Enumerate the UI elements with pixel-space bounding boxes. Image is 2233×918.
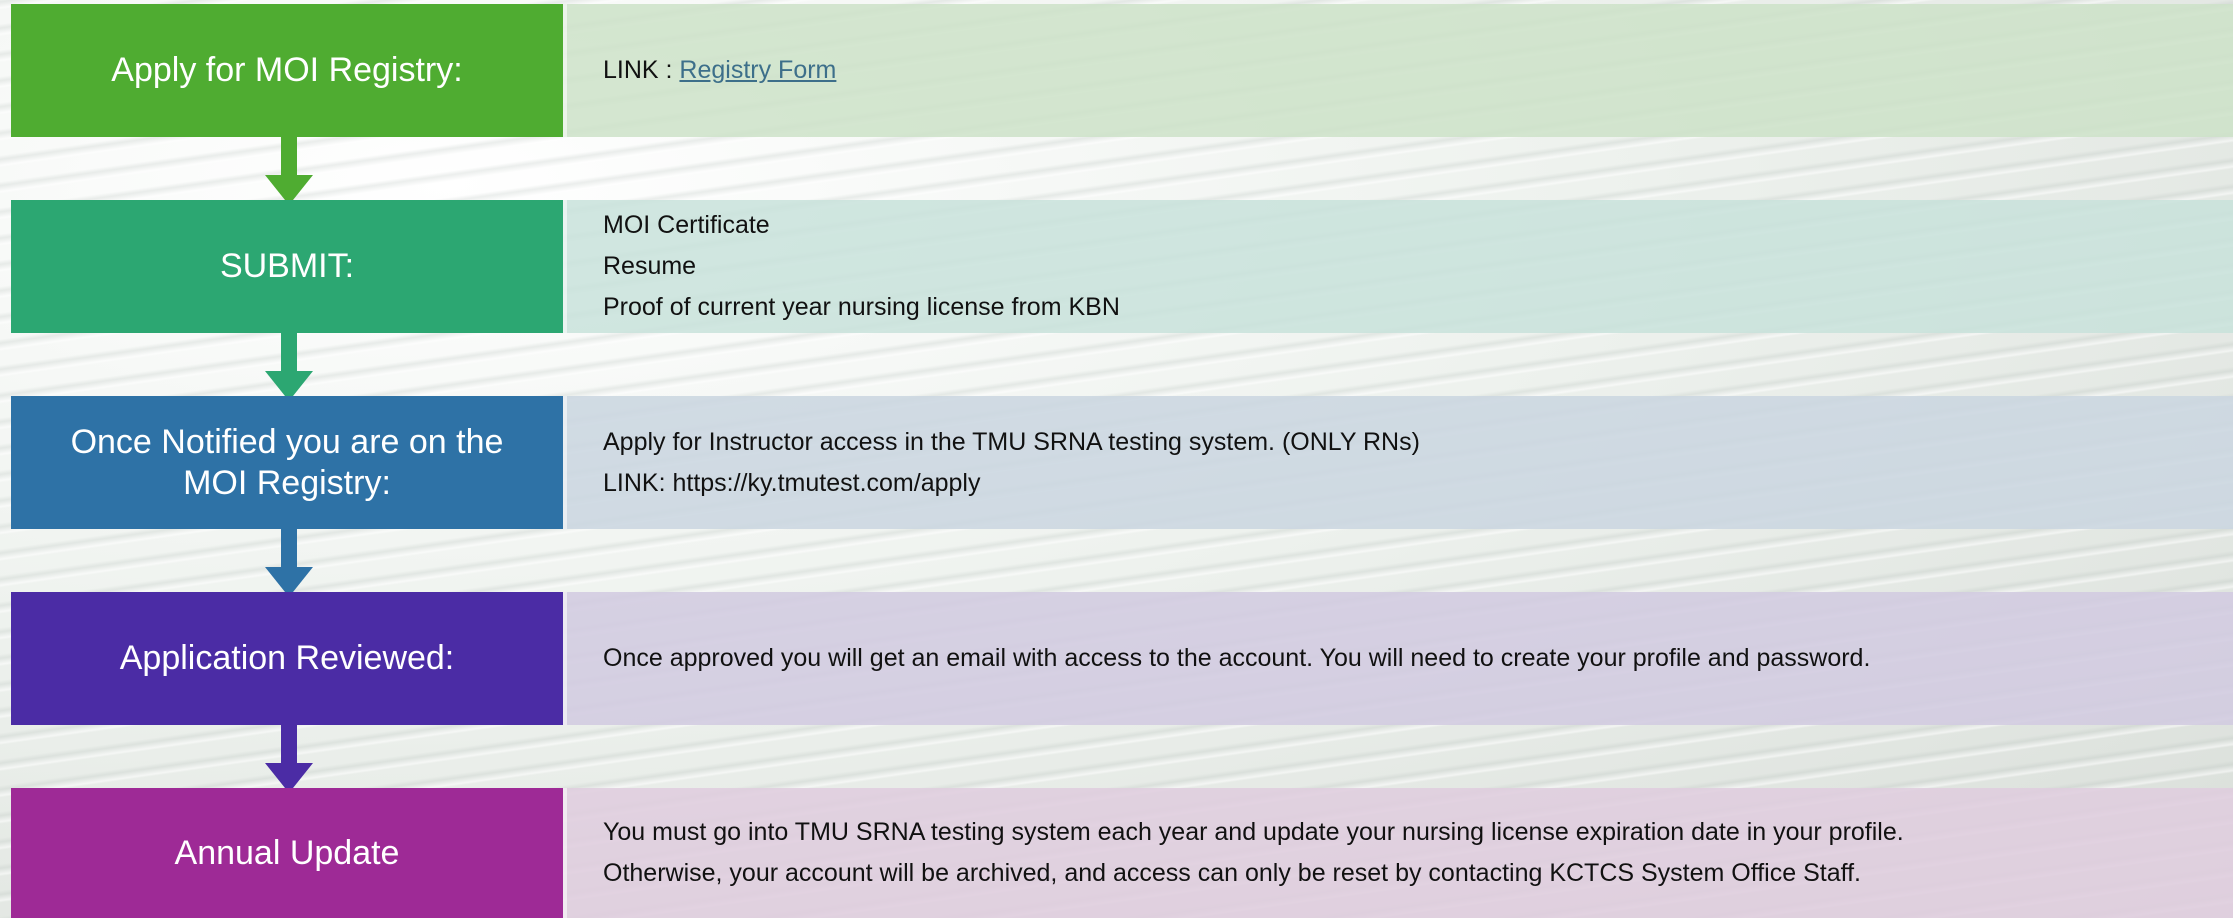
down-arrow-1-icon [265, 137, 313, 205]
step-4-line-1: Once approved you will get an email with… [603, 644, 1871, 672]
step-apply-registry: Apply for MOI Registry: LINK : Registry … [11, 4, 2233, 137]
step-3-title: Once Notified you are on the MOI Registr… [11, 396, 563, 529]
step-3-content: Apply for Instructor access in the TMU S… [563, 396, 2233, 529]
step-submit: SUBMIT: MOI Certificate Resume Proof of … [11, 200, 2233, 333]
step-2-title: SUBMIT: [11, 200, 563, 333]
step-4-content: Once approved you will get an email with… [563, 592, 2233, 725]
step-annual-update: Annual Update You must go into TMU SRNA … [11, 788, 2233, 918]
step-application-reviewed: Application Reviewed: Once approved you … [11, 592, 2233, 725]
down-arrow-2-icon [265, 333, 313, 401]
step-1-line-1: LINK : Registry Form [603, 50, 2233, 91]
step-4-title: Application Reviewed: [11, 592, 563, 725]
submit-item-resume: Resume [603, 252, 697, 280]
down-arrow-3-icon [265, 529, 313, 597]
registry-form-link[interactable]: Registry Form [679, 56, 836, 84]
step-5-content: You must go into TMU SRNA testing system… [563, 788, 2233, 918]
step-1-link-prefix: LINK : [603, 56, 680, 84]
step-5-title: Annual Update [11, 788, 563, 918]
step-once-notified: Once Notified you are on the MOI Registr… [11, 396, 2233, 529]
step-3-line-1: Apply for Instructor access in the TMU S… [603, 427, 1420, 456]
step-1-title: Apply for MOI Registry: [11, 4, 563, 137]
process-flow-diagram: Apply for MOI Registry: LINK : Registry … [0, 0, 2233, 918]
submit-item-license-proof: Proof of current year nursing license fr… [603, 293, 1120, 321]
step-2-content: MOI Certificate Resume Proof of current … [563, 200, 2233, 333]
step-5-line-2: Otherwise, your account will be archived… [603, 859, 1861, 887]
submit-item-moi-certificate: MOI Certificate [603, 211, 770, 239]
step-3-line-2: LINK: https://ky.tmutest.com/apply [603, 468, 981, 497]
step-1-content: LINK : Registry Form [563, 4, 2233, 137]
down-arrow-4-icon [265, 725, 313, 793]
step-5-line-1: You must go into TMU SRNA testing system… [603, 818, 1904, 846]
